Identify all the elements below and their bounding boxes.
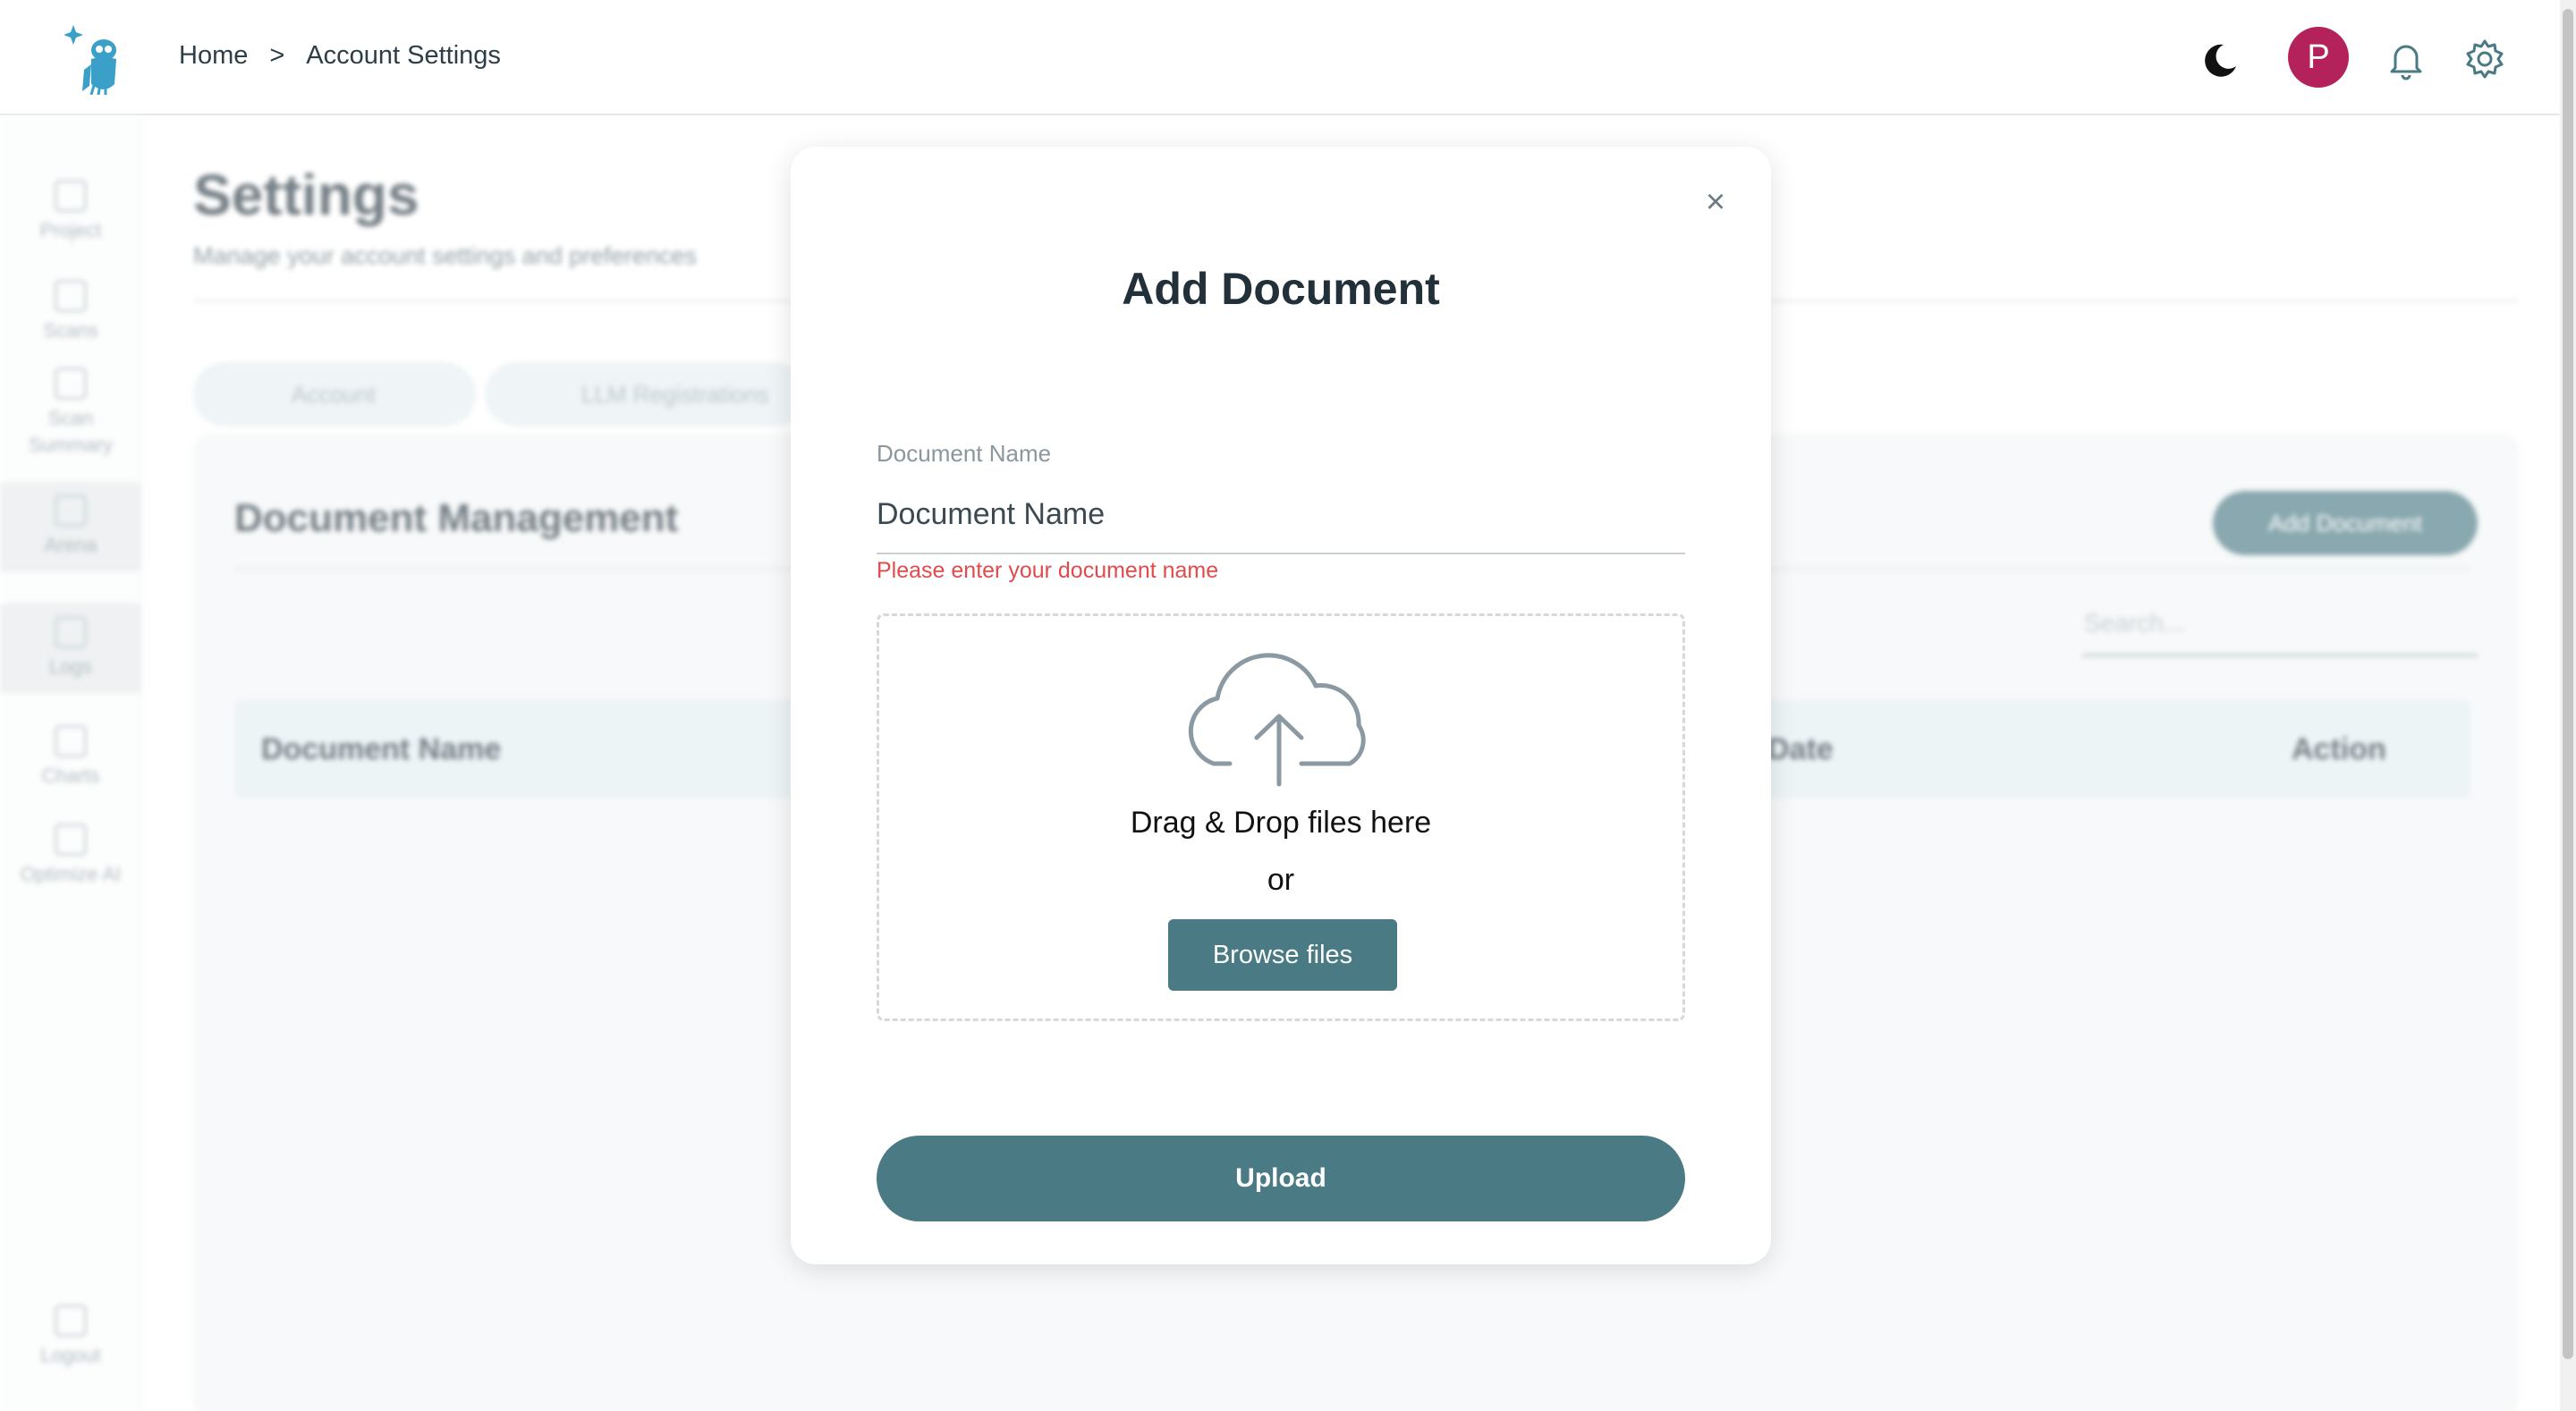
top-header: Home > Account Settings P: [0, 0, 2560, 115]
or-text: or: [1267, 863, 1295, 897]
browse-files-button[interactable]: Browse files: [1168, 919, 1397, 991]
scrollbar-thumb[interactable]: [2563, 9, 2573, 1359]
avatar[interactable]: P: [2288, 27, 2349, 88]
scrollbar[interactable]: [2560, 0, 2576, 1411]
upload-button[interactable]: Upload: [877, 1136, 1685, 1221]
document-name-field[interactable]: [877, 476, 1685, 554]
file-dropzone[interactable]: Drag & Drop files here or Browse files: [877, 613, 1685, 1021]
error-message: Please enter your document name: [877, 558, 1219, 583]
app-root: Home > Account Settings P Project Scans: [0, 0, 2576, 1411]
moon-icon[interactable]: [2197, 36, 2243, 82]
add-document-modal: × Add Document Document Name Please ente…: [791, 147, 1771, 1264]
breadcrumb-current: Account Settings: [306, 41, 501, 70]
cloud-upload-icon: [1188, 653, 1366, 787]
close-icon[interactable]: ×: [1698, 184, 1733, 220]
drag-drop-text: Drag & Drop files here: [1130, 806, 1432, 840]
owl-logo-icon[interactable]: [64, 20, 125, 95]
breadcrumb-home[interactable]: Home: [179, 41, 248, 71]
document-name-label: Document Name: [877, 440, 1052, 467]
modal-title: Add Document: [1122, 264, 1440, 314]
breadcrumb-separator: >: [269, 41, 285, 70]
breadcrumb: Home > Account Settings: [179, 41, 501, 71]
gear-icon[interactable]: [2462, 36, 2508, 82]
bell-icon[interactable]: [2383, 36, 2429, 82]
